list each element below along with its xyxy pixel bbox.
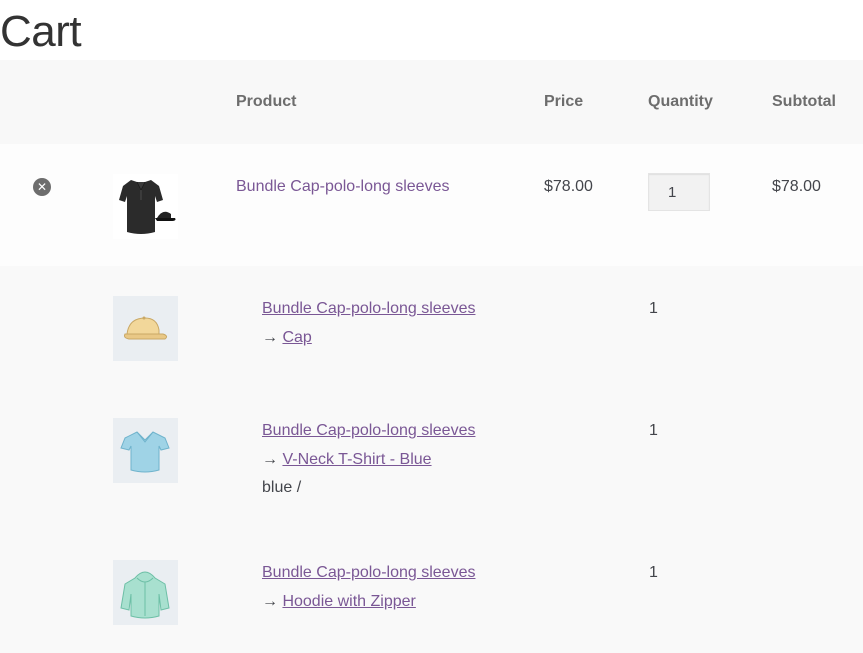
header-quantity: Quantity <box>648 93 713 110</box>
bundled-item-info: Bundle Cap-polo-long sleeves → Hoodie wi… <box>262 559 475 616</box>
hoodie-icon <box>120 571 170 619</box>
arrow-icon: → <box>262 592 278 610</box>
table-row: Bundle Cap-polo-long sleeves → Hoodie wi… <box>0 530 863 653</box>
cart-table: Product Price Quantity Subtotal ✕ Bundle… <box>0 60 863 653</box>
bundled-item-info: Bundle Cap-polo-long sleeves → V-Neck T-… <box>262 417 475 503</box>
tshirt-icon <box>120 431 170 473</box>
bundle-parent-link[interactable]: Bundle Cap-polo-long sleeves <box>262 564 475 581</box>
bundled-item-quantity: 1 <box>649 300 658 317</box>
bundle-parent-link[interactable]: Bundle Cap-polo-long sleeves <box>262 422 475 439</box>
page-title: Cart <box>0 7 82 56</box>
header-product: Product <box>236 93 297 110</box>
quantity-input[interactable] <box>648 173 710 211</box>
arrow-icon: → <box>262 328 278 346</box>
table-row: Bundle Cap-polo-long sleeves → V-Neck T-… <box>0 388 863 530</box>
bundled-item-quantity: 1 <box>649 564 658 581</box>
header-price: Price <box>544 93 584 110</box>
table-header: Product Price Quantity Subtotal <box>0 60 863 144</box>
bundled-item-thumbnail[interactable] <box>113 296 178 361</box>
cap-icon <box>124 316 168 340</box>
polo-cap-image <box>119 180 176 234</box>
bundled-item-link[interactable]: V-Neck T-Shirt - Blue <box>282 451 431 468</box>
bundled-item-thumbnail[interactable] <box>113 560 178 625</box>
table-row: ✕ Bundle Cap-polo-long sleeves $78.00 $7… <box>0 144 863 266</box>
product-price: $78.00 <box>544 178 593 195</box>
bundled-item-thumbnail[interactable] <box>113 418 178 483</box>
header-subtotal: Subtotal <box>772 93 836 110</box>
variation-text: blue / <box>262 479 302 496</box>
bundled-item-link[interactable]: Hoodie with Zipper <box>282 593 415 610</box>
bundled-item-info: Bundle Cap-polo-long sleeves → Cap <box>262 295 475 352</box>
product-subtotal: $78.00 <box>772 178 821 195</box>
product-thumbnail[interactable] <box>113 174 178 239</box>
bundled-item-quantity: 1 <box>649 422 658 439</box>
arrow-icon: → <box>262 450 278 468</box>
table-row: Bundle Cap-polo-long sleeves → Cap 1 <box>0 266 863 388</box>
remove-item-icon[interactable]: ✕ <box>33 178 51 196</box>
bundle-parent-link[interactable]: Bundle Cap-polo-long sleeves <box>262 300 475 317</box>
product-name-link[interactable]: Bundle Cap-polo-long sleeves <box>236 178 449 195</box>
bundled-item-link[interactable]: Cap <box>282 329 311 346</box>
